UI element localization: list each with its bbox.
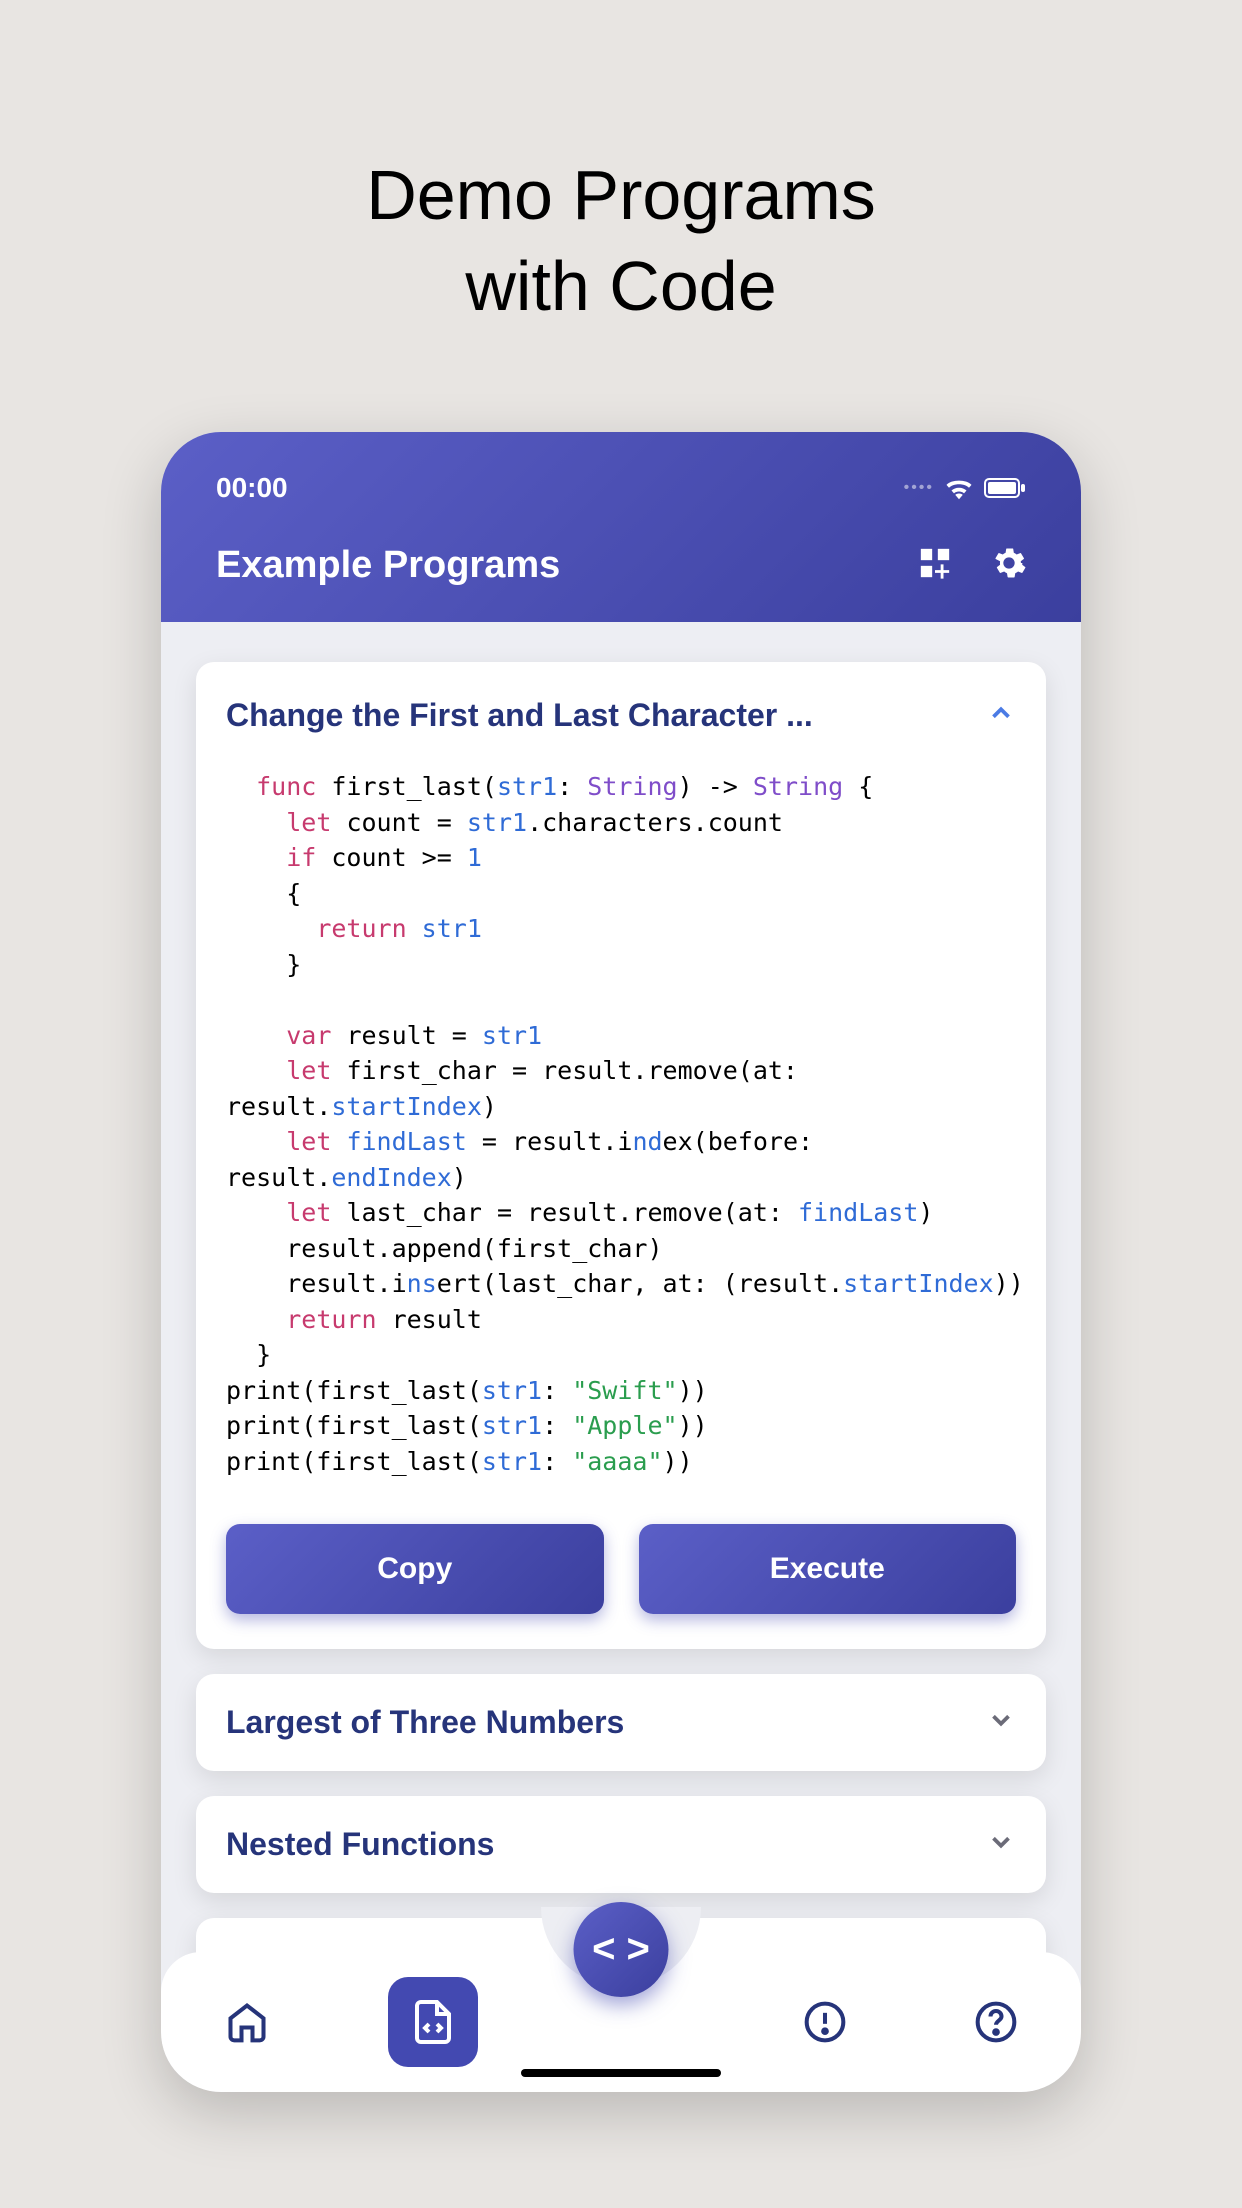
card-header[interactable]: Change the First and Last Character ... (226, 697, 1016, 734)
status-bar: 00:00 •••• (161, 462, 1081, 524)
home-icon (225, 2000, 269, 2044)
help-circle-icon (974, 2000, 1018, 2044)
cellular-icon: •••• (904, 479, 934, 497)
nav-spacer (589, 1992, 684, 2052)
app-header-bar: 00:00 •••• Example Programs (161, 432, 1081, 622)
nav-alert[interactable] (795, 1992, 855, 2052)
collapsed-program-card[interactable]: Largest of Three Numbers (196, 1674, 1046, 1771)
page-title: Example Programs (216, 544, 560, 587)
content-area[interactable]: Change the First and Last Character ... … (161, 622, 1081, 2092)
battery-icon (984, 478, 1026, 498)
program-title: Change the First and Last Character ... (226, 697, 813, 734)
code-angles-icon: < > (592, 1927, 650, 1972)
nav-home[interactable] (217, 1992, 277, 2052)
expanded-program-card: Change the First and Last Character ... … (196, 662, 1046, 1649)
copy-button[interactable]: Copy (226, 1524, 604, 1614)
nav-examples[interactable] (388, 1977, 478, 2067)
promo-title: Demo Programs with Code (366, 150, 876, 332)
action-row: Copy Execute (226, 1524, 1016, 1614)
chevron-up-icon[interactable] (986, 698, 1016, 733)
status-time: 00:00 (216, 472, 288, 504)
program-title: Largest of Three Numbers (226, 1704, 624, 1741)
status-icons: •••• (904, 476, 1026, 500)
promo-line1: Demo Programs (366, 150, 876, 241)
wifi-icon (944, 476, 974, 500)
grid-add-icon[interactable] (918, 546, 952, 585)
phone-frame: 00:00 •••• Example Programs Change the F (161, 432, 1081, 2092)
home-indicator (521, 2069, 721, 2077)
chevron-down-icon[interactable] (986, 1827, 1016, 1862)
code-block: func first_last(str1: String) -> String … (226, 769, 1016, 1479)
program-title: Nested Functions (226, 1826, 494, 1863)
promo-line2: with Code (366, 241, 876, 332)
app-header: Example Programs (161, 524, 1081, 622)
gear-icon[interactable] (992, 546, 1026, 585)
execute-button[interactable]: Execute (639, 1524, 1017, 1614)
file-code-icon (409, 1998, 457, 2046)
chevron-down-icon[interactable] (986, 1705, 1016, 1740)
collapsed-program-card[interactable]: Nested Functions (196, 1796, 1046, 1893)
header-actions (918, 546, 1026, 585)
fab-code-button[interactable]: < > (574, 1902, 669, 1997)
nav-help[interactable] (966, 1992, 1026, 2052)
alert-circle-icon (803, 2000, 847, 2044)
